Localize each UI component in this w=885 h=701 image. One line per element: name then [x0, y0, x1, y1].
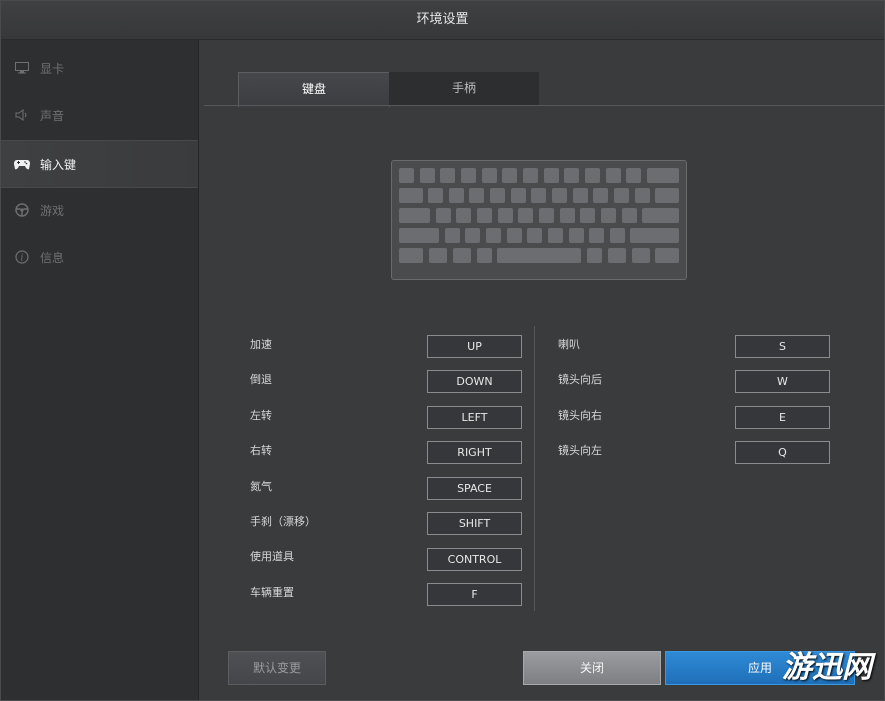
keyboard-illustration	[391, 160, 687, 280]
content-panel: 键盘 手柄 加速 UP 倒退 DOWN 左转 LEFT 右转 RIGHT 氮气 …	[199, 40, 884, 700]
close-button[interactable]: 关闭	[523, 651, 661, 685]
binding-key-reverse[interactable]: DOWN	[427, 370, 522, 393]
column-divider	[534, 326, 535, 611]
binding-key-accelerate[interactable]: UP	[427, 335, 522, 358]
sidebar-item-info[interactable]: i 信息	[1, 234, 198, 280]
binding-label-camera-left: 镜头向左	[558, 444, 602, 457]
binding-key-turn-left[interactable]: LEFT	[427, 406, 522, 429]
binding-label-horn: 喇叭	[558, 338, 580, 351]
binding-label-camera-right: 镜头向右	[558, 409, 602, 422]
sidebar-item-sound[interactable]: 声音	[1, 92, 198, 138]
binding-key-camera-left[interactable]: Q	[735, 441, 830, 464]
sidebar-item-game[interactable]: 游戏	[1, 187, 198, 233]
tab-gamepad[interactable]: 手柄	[389, 72, 539, 105]
restore-defaults-button[interactable]: 默认变更	[228, 651, 326, 685]
sidebar-item-label: 输入键	[40, 157, 77, 172]
binding-key-horn[interactable]: S	[735, 335, 830, 358]
monitor-icon	[14, 60, 30, 76]
sidebar-item-label: 游戏	[40, 203, 65, 218]
sidebar: 显卡 声音 输入键 游戏 i 信息	[1, 40, 199, 700]
tab-divider	[204, 105, 884, 106]
watermark-logo: 游迅网	[782, 650, 872, 685]
window-title: 环境设置	[1, 1, 884, 40]
binding-label-use-item: 使用道具	[250, 550, 294, 563]
info-icon: i	[14, 249, 30, 265]
binding-key-reset-car[interactable]: F	[427, 583, 522, 606]
sidebar-item-label: 声音	[40, 108, 65, 123]
sidebar-item-display[interactable]: 显卡	[1, 45, 198, 91]
sidebar-item-input[interactable]: 输入键	[1, 140, 198, 188]
speaker-icon	[14, 107, 30, 123]
steering-wheel-icon	[14, 202, 30, 218]
binding-key-camera-right[interactable]: E	[735, 406, 830, 429]
binding-label-reset-car: 车辆重置	[250, 586, 294, 599]
binding-label-turn-right: 右转	[250, 444, 272, 457]
tab-keyboard[interactable]: 键盘	[238, 72, 390, 107]
sidebar-item-label: 信息	[40, 250, 65, 265]
settings-window: 环境设置 显卡 声音 输入键 游戏 i 信息 键盘 手柄 加速 UP 倒退 DO…	[0, 0, 885, 701]
binding-label-handbrake: 手刹（漂移）	[250, 515, 316, 528]
sidebar-item-label: 显卡	[40, 61, 65, 76]
svg-text:i: i	[21, 254, 24, 264]
binding-label-turn-left: 左转	[250, 409, 272, 422]
binding-label-camera-back: 镜头向后	[558, 373, 602, 386]
binding-label-nitro: 氮气	[250, 480, 272, 493]
gamepad-icon	[14, 156, 30, 172]
binding-label-reverse: 倒退	[250, 373, 272, 386]
binding-key-handbrake[interactable]: SHIFT	[427, 512, 522, 535]
binding-key-use-item[interactable]: CONTROL	[427, 548, 522, 571]
binding-label-accelerate: 加速	[250, 338, 272, 351]
binding-key-camera-back[interactable]: W	[735, 370, 830, 393]
binding-key-nitro[interactable]: SPACE	[427, 477, 522, 500]
binding-key-turn-right[interactable]: RIGHT	[427, 441, 522, 464]
